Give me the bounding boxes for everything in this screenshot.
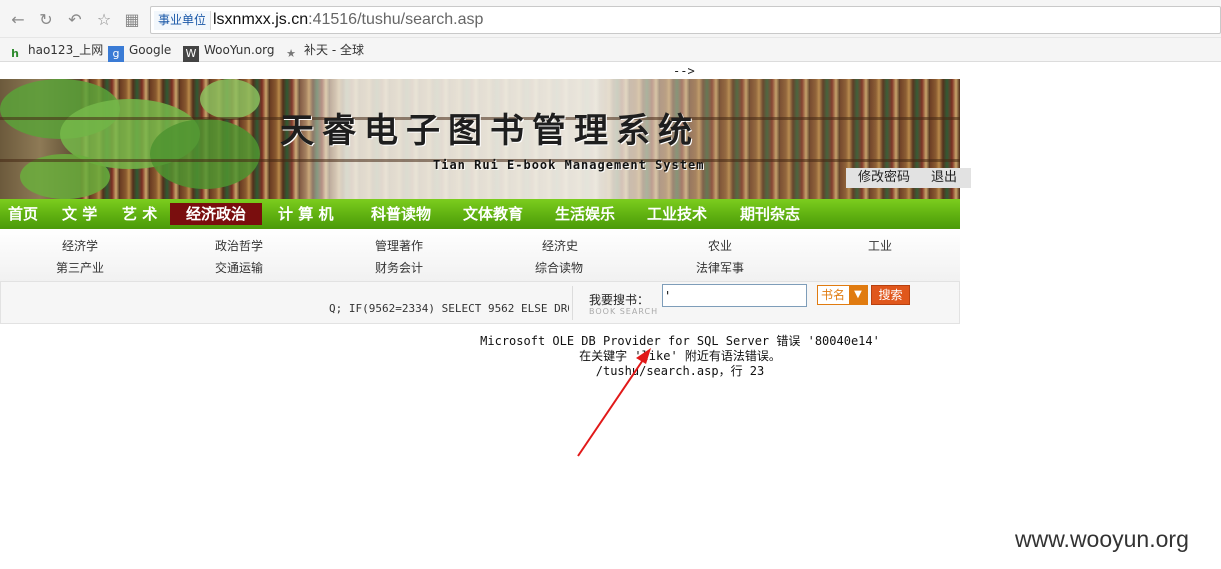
subnav-accounting[interactable]: 财务会计	[375, 259, 423, 276]
subnav-general-reading[interactable]: 综合读物	[535, 259, 583, 276]
wooyun-icon: W	[183, 46, 199, 62]
account-links: 修改密码 退出	[846, 168, 971, 188]
chevron-down-icon: ▼	[849, 286, 867, 304]
search-input[interactable]	[662, 284, 807, 307]
subnav-industry[interactable]: 工业	[868, 237, 892, 254]
back-icon[interactable]: ←	[8, 10, 28, 30]
subnav-law-military[interactable]: 法律军事	[696, 259, 744, 276]
subnav-agriculture[interactable]: 农业	[708, 237, 732, 254]
main-nav: 首页 文 学 艺 术 经济政治 计 算 机 科普读物 文体教育 生活娱乐 工业技…	[0, 199, 960, 229]
nav-popular-science[interactable]: 科普读物	[371, 199, 431, 229]
error-line-3: /tushu/search.asp，行 23	[595, 364, 765, 378]
subnav-management[interactable]: 管理著作	[375, 237, 423, 254]
nav-economics-politics[interactable]: 经济政治	[170, 203, 263, 225]
bookmark-wooyun[interactable]: W WooYun.org	[183, 41, 275, 62]
nav-art[interactable]: 艺 术	[122, 199, 157, 229]
scrolling-announcement: Q; IF(9562=2334) SELECT 9562 ELSE DROP F	[329, 302, 569, 315]
bookmark-hao123[interactable]: h hao123_上网	[7, 41, 103, 60]
subnav-political-philosophy[interactable]: 政治哲学	[215, 237, 263, 254]
undo-icon[interactable]: ↶	[65, 10, 85, 30]
change-password-link[interactable]: 修改密码	[858, 168, 910, 188]
error-line-1: Microsoft OLE DB Provider for SQL Server…	[480, 334, 880, 348]
nav-lifestyle[interactable]: 生活娱乐	[555, 199, 615, 229]
stray-comment-text: -->	[673, 64, 695, 78]
grid-icon[interactable]: ▦	[122, 10, 142, 30]
bookmark-google[interactable]: g Google	[108, 41, 171, 62]
subnav-transportation[interactable]: 交通运输	[215, 259, 263, 276]
search-field-selected: 书名	[821, 288, 846, 302]
nav-sports-education[interactable]: 文体教育	[463, 199, 523, 229]
search-label: 我要搜书：	[589, 293, 650, 307]
address-bar[interactable]: 事业单位 lsxnmxx.js.cn:41516/tushu/search.as…	[150, 6, 1221, 34]
nav-literature[interactable]: 文 学	[62, 199, 97, 229]
subnav-economics[interactable]: 经济学	[62, 237, 98, 254]
nav-periodicals[interactable]: 期刊杂志	[740, 199, 800, 229]
star-icon: ★	[286, 47, 296, 60]
search-bar: Q; IF(9562=2334) SELECT 9562 ELSE DROP F…	[0, 281, 960, 324]
error-line-2: 在关键字 'like' 附近有语法错误。	[579, 349, 781, 363]
site-subtitle: Tian Rui E-book Management System	[433, 158, 705, 172]
star-icon[interactable]: ☆	[94, 10, 114, 30]
divider	[572, 286, 573, 320]
google-icon: g	[108, 46, 124, 62]
watermark: www.wooyun.org	[1015, 526, 1189, 552]
subnav-economic-history[interactable]: 经济史	[542, 237, 578, 254]
nav-industry[interactable]: 工业技术	[647, 199, 707, 229]
logout-link[interactable]: 退出	[931, 168, 957, 188]
subnav-tertiary-industry[interactable]: 第三产业	[56, 259, 104, 276]
search-sub-label: BOOK SEARCH	[589, 307, 659, 316]
site-category-badge: 事业单位	[154, 11, 212, 30]
search-field-select[interactable]: 书名 ▼	[817, 285, 868, 305]
hao123-icon: h	[11, 47, 19, 60]
site-title: 天睿电子图书管理系统	[280, 111, 700, 151]
url-text[interactable]: lsxnmxx.js.cn:41516/tushu/search.asp	[213, 10, 483, 30]
bookmark-butian[interactable]: ★ 补天 - 全球	[283, 41, 364, 60]
reload-icon[interactable]: ↻	[36, 10, 56, 30]
site-banner: 天睿电子图书管理系统 Tian Rui E-book Management Sy…	[0, 79, 960, 199]
bookmarks-bar: h hao123_上网 g Google W WooYun.org ★ 补天 - 全球	[0, 38, 1221, 62]
browser-toolbar: ← ↻ ↶ ☆ ▦ 事业单位 lsxnmxx.js.cn:41516/tushu…	[0, 0, 1221, 38]
nav-computer[interactable]: 计 算 机	[278, 199, 333, 229]
sql-error-message: Microsoft OLE DB Provider for SQL Server…	[420, 334, 940, 379]
sub-nav: 经济学 政治哲学 管理著作 经济史 农业 工业 第三产业 交通运输 财务会计 综…	[0, 229, 960, 281]
search-button[interactable]: 搜索	[871, 285, 910, 305]
nav-home[interactable]: 首页	[8, 199, 38, 229]
